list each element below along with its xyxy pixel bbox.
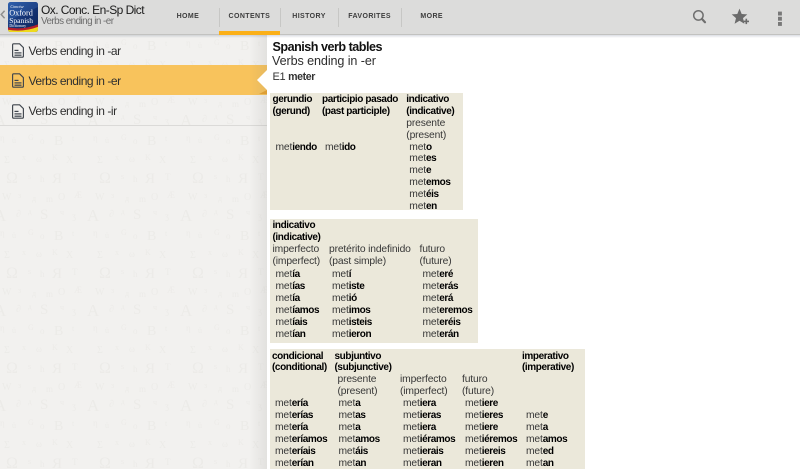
svg-text:Dictionary: Dictionary	[9, 24, 26, 28]
